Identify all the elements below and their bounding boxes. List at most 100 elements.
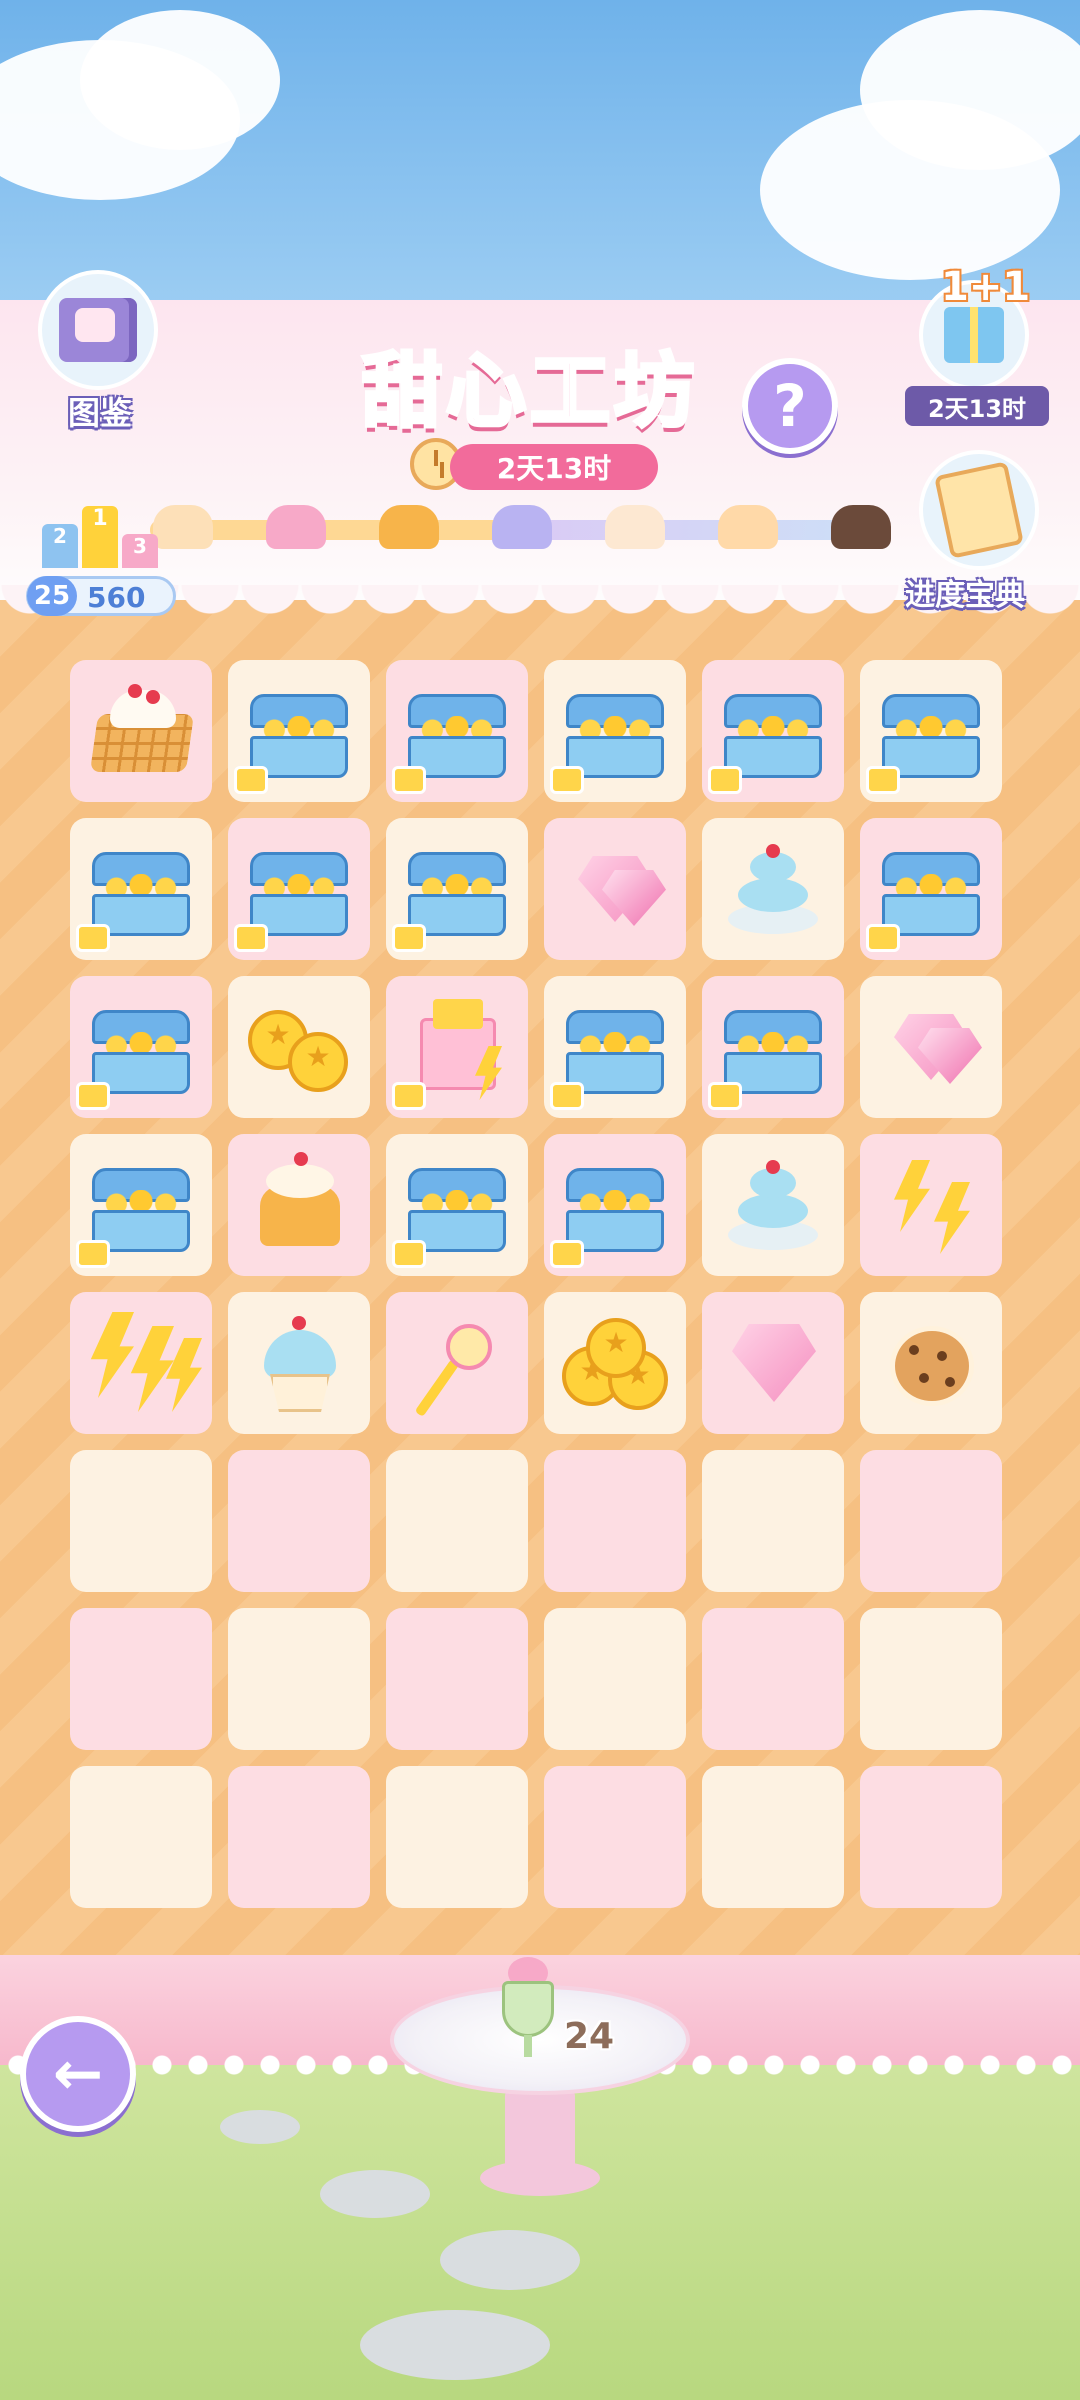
progress-book-button[interactable]: 进度宝典 [895,450,1065,620]
board-cell-coin-chest[interactable] [386,818,528,960]
board-cell-coin-chest[interactable] [70,976,212,1118]
lightning-bolts-icon[interactable] [872,1146,990,1264]
board-cell-cookie[interactable] [860,1292,1002,1434]
board-cell-waffle-dessert[interactable] [70,660,212,802]
board-cell-empty[interactable] [702,1608,844,1750]
cupcake-stand-icon[interactable] [714,830,832,948]
board-cell-coin-chest[interactable] [386,660,528,802]
board-cell-empty[interactable] [544,1608,686,1750]
parfait-icon[interactable] [496,1945,560,2065]
blueberry-cake-icon[interactable] [485,490,559,564]
board-cell-pink-gem[interactable] [702,1292,844,1434]
coin-chest-icon[interactable] [550,672,674,794]
gift-bag-icon[interactable] [392,988,516,1110]
coin-chest-icon[interactable] [392,1146,516,1268]
board-cell-coin-chest[interactable] [702,660,844,802]
board-cell-empty[interactable] [386,1450,528,1592]
board-cell-gift-bag[interactable] [386,976,528,1118]
chest-shape [566,694,664,778]
board-cell-gold-coin-stack[interactable] [544,1292,686,1434]
coin-chest-icon[interactable] [550,1146,674,1268]
back-arrow-icon: ← [52,2039,104,2109]
collection-button[interactable]: 图鉴 [30,270,170,432]
board-cell-empty[interactable] [544,1450,686,1592]
gold-coin-stack-icon[interactable] [556,1304,674,1422]
board-cell-coin-chest[interactable] [228,818,370,960]
coin-chest-icon[interactable] [392,672,516,794]
board-cell-empty[interactable] [702,1766,844,1908]
coin-chest-icon[interactable] [708,988,832,1110]
coin-shape [586,1318,646,1378]
coin-chest-icon[interactable] [866,672,990,794]
cupcake-icon[interactable] [240,1304,358,1422]
coin-chest-icon[interactable] [866,830,990,952]
board-cell-empty[interactable] [228,1450,370,1592]
pink-gem-icon[interactable] [714,1304,832,1422]
board-cell-cupcake-plate[interactable] [702,1134,844,1276]
macaron-icon[interactable] [259,490,333,564]
board-cell-lightning-bolts[interactable] [860,1134,1002,1276]
strawberry-dessert-shape [718,505,778,549]
board-cell-lightning-bolts-large[interactable] [70,1292,212,1434]
pink-gems-icon[interactable] [556,830,674,948]
board-cell-coin-chest[interactable] [860,660,1002,802]
board-cell-empty[interactable] [860,1450,1002,1592]
waffle-dessert-icon[interactable] [82,672,200,790]
collection-label: 图鉴 [68,394,133,432]
board-cell-empty[interactable] [860,1608,1002,1750]
board-cell-empty[interactable] [70,1766,212,1908]
coin-chest-icon[interactable] [234,672,358,794]
board-cell-coin-chest[interactable] [702,976,844,1118]
board-cell-gold-coins[interactable] [228,976,370,1118]
board-cell-coin-chest[interactable] [70,818,212,960]
board-cell-cupcake-stand[interactable] [702,818,844,960]
coin-chest-icon[interactable] [76,988,200,1110]
cream-shape [110,690,176,728]
board-cell-empty[interactable] [702,1450,844,1592]
roll-cake-icon[interactable] [598,490,672,564]
coin-chest-icon[interactable] [550,988,674,1110]
rank-button[interactable]: 2 1 3 25 560 [26,478,176,618]
board-cell-magic-wand[interactable] [386,1292,528,1434]
board-cell-empty[interactable] [386,1608,528,1750]
board-cell-coin-chest[interactable] [860,818,1002,960]
gold-coins-icon[interactable] [240,988,358,1106]
board-cell-empty[interactable] [70,1450,212,1592]
pudding-icon[interactable] [372,490,446,564]
cupcake-plate-icon[interactable] [714,1146,832,1264]
board-cell-empty[interactable] [228,1608,370,1750]
pudding-icon[interactable] [240,1146,358,1264]
board-cell-pink-gem-pile[interactable] [860,976,1002,1118]
strawberry-dessert-icon[interactable] [711,490,785,564]
back-button[interactable]: ← [20,2016,136,2132]
lightning-bolts-large-icon[interactable] [82,1304,202,1422]
coin-chest-icon[interactable] [392,830,516,952]
crown-badge-icon [76,1240,110,1268]
cookie-icon[interactable] [872,1304,990,1422]
board-cell-empty[interactable] [70,1608,212,1750]
board-cell-cupcake[interactable] [228,1292,370,1434]
merge-board [70,660,1010,1916]
board-cell-empty[interactable] [386,1766,528,1908]
board-cell-coin-chest[interactable] [386,1134,528,1276]
magic-wand-icon[interactable] [398,1304,516,1422]
coin-chest-icon[interactable] [708,672,832,794]
coin-chest-icon[interactable] [76,1146,200,1268]
board-cell-empty[interactable] [860,1766,1002,1908]
board-cell-pudding[interactable] [228,1134,370,1276]
board-cell-coin-chest[interactable] [70,1134,212,1276]
gem-shape [732,1324,816,1402]
gift-offer-button[interactable]: 1+1 2天13时 [905,264,1055,430]
pink-gem-pile-icon[interactable] [872,988,990,1106]
board-cell-coin-chest[interactable] [544,976,686,1118]
board-cell-coin-chest[interactable] [544,660,686,802]
chocolate-cake-icon[interactable] [824,490,898,564]
board-cell-empty[interactable] [544,1766,686,1908]
coin-chest-icon[interactable] [76,830,200,952]
board-cell-empty[interactable] [228,1766,370,1908]
help-button[interactable]: ? [742,358,838,454]
board-cell-pink-gems[interactable] [544,818,686,960]
board-cell-coin-chest[interactable] [228,660,370,802]
coin-chest-icon[interactable] [234,830,358,952]
board-cell-coin-chest[interactable] [544,1134,686,1276]
